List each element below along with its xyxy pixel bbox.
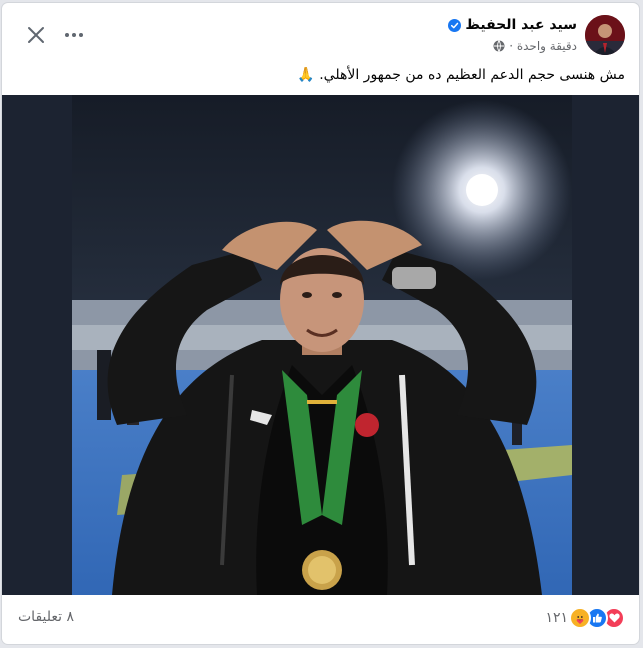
close-icon <box>28 27 44 43</box>
post-time[interactable]: دقيقة واحدة · <box>509 39 577 53</box>
post-text: مش هنسى حجم الدعم العظيم ده من جمهور الأ… <box>297 67 625 83</box>
reaction-icons <box>569 607 625 629</box>
more-options-button[interactable] <box>58 19 90 51</box>
reactions-summary[interactable]: ١٢١ <box>545 607 625 629</box>
close-button[interactable] <box>20 19 52 51</box>
verified-badge-icon <box>448 18 462 32</box>
post-footer: ٨ تعليقات ١٢١ <box>2 595 639 644</box>
more-options-icon <box>65 33 83 37</box>
author-name[interactable]: سيد عبد الحفيظ <box>465 17 577 33</box>
author-name-row[interactable]: سيد عبد الحفيظ <box>448 17 577 33</box>
comments-count[interactable]: ٨ تعليقات <box>18 609 74 625</box>
reaction-count: ١٢١ <box>545 610 568 626</box>
author-avatar[interactable] <box>585 15 625 55</box>
post-header: سيد عبد الحفيظ دقيقة واحدة · <box>2 3 639 65</box>
post-meta: دقيقة واحدة · <box>493 39 577 53</box>
player-photo <box>72 95 572 595</box>
globe-icon[interactable] <box>493 40 505 52</box>
post-photo[interactable] <box>2 95 639 595</box>
post-card: سيد عبد الحفيظ دقيقة واحدة · مش هنسى حجم… <box>2 3 639 644</box>
care-reaction-icon <box>569 607 591 629</box>
